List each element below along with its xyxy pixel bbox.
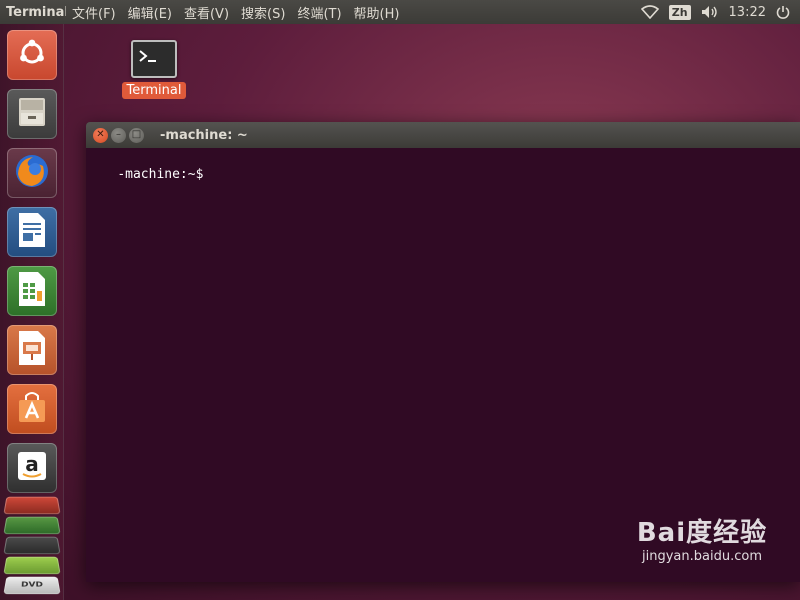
- minimize-icon: –: [116, 129, 121, 140]
- firefox-icon: [13, 152, 51, 194]
- launcher: a DVD: [0, 24, 64, 600]
- power-icon[interactable]: [776, 5, 790, 19]
- terminal-icon: [131, 40, 177, 78]
- menu-bar: 文件(F) 编辑(E) 查看(V) 搜索(S) 终端(T) 帮助(H): [66, 3, 405, 22]
- menu-search[interactable]: 搜索(S): [235, 3, 291, 22]
- close-button[interactable]: ✕: [93, 127, 108, 143]
- launcher-impress-button[interactable]: [7, 325, 57, 375]
- shopping-bag-icon: [15, 390, 49, 428]
- maximize-button[interactable]: □: [129, 127, 144, 143]
- launcher-dash-button[interactable]: [7, 30, 57, 80]
- presentation-icon: [17, 330, 47, 370]
- menu-help[interactable]: 帮助(H): [348, 3, 406, 22]
- menu-file[interactable]: 文件(F): [66, 3, 122, 22]
- launcher-writer-button[interactable]: [7, 207, 57, 257]
- spreadsheet-icon: [17, 271, 47, 311]
- stack-card: [3, 536, 61, 555]
- watermark: Bai度经验 jingyan.baidu.com: [612, 512, 792, 564]
- document-icon: [17, 212, 47, 252]
- launcher-calc-button[interactable]: [7, 266, 57, 316]
- launcher-amazon-button[interactable]: a: [7, 443, 57, 493]
- terminal-output[interactable]: -machine:~$: [86, 148, 800, 197]
- indicator-area: Zh 13:22: [640, 4, 800, 20]
- watermark-logo: Bai度经验: [636, 518, 768, 548]
- top-panel: Terminal 文件(F) 编辑(E) 查看(V) 搜索(S) 终端(T) 帮…: [0, 0, 800, 24]
- stack-card: [3, 556, 61, 575]
- desktop-terminal-shortcut[interactable]: Terminal: [118, 40, 190, 99]
- launcher-folded-stack[interactable]: DVD: [3, 494, 61, 600]
- window-controls: ✕ – □: [86, 127, 144, 143]
- stack-card: [3, 516, 61, 535]
- watermark-url: jingyan.baidu.com: [642, 549, 762, 564]
- desktop-icon-label: Terminal: [121, 82, 187, 99]
- menu-view[interactable]: 查看(V): [178, 3, 235, 22]
- launcher-files-button[interactable]: [7, 89, 57, 139]
- volume-icon[interactable]: [701, 5, 719, 19]
- dvd-icon: DVD: [3, 576, 61, 595]
- menu-edit[interactable]: 编辑(E): [122, 3, 178, 22]
- clock[interactable]: 13:22: [729, 5, 766, 20]
- file-cabinet-icon: [15, 95, 49, 133]
- window-titlebar[interactable]: ✕ – □ -machine: ~: [86, 122, 800, 148]
- svg-text:a: a: [25, 452, 39, 476]
- ubuntu-logo-icon: [16, 37, 48, 73]
- input-method-indicator[interactable]: Zh: [668, 4, 691, 20]
- terminal-prompt: -machine:~$: [117, 167, 204, 182]
- window-title: -machine: ~: [160, 127, 248, 143]
- close-icon: ✕: [96, 129, 105, 140]
- amazon-icon: a: [15, 449, 49, 487]
- maximize-icon: □: [131, 129, 142, 140]
- wifi-icon[interactable]: [640, 5, 659, 19]
- stack-card: [3, 496, 61, 515]
- launcher-software-center-button[interactable]: [7, 384, 57, 434]
- menu-terminal[interactable]: 终端(T): [291, 3, 347, 22]
- launcher-firefox-button[interactable]: [7, 148, 57, 198]
- minimize-button[interactable]: –: [111, 127, 126, 143]
- app-title: Terminal: [6, 4, 66, 20]
